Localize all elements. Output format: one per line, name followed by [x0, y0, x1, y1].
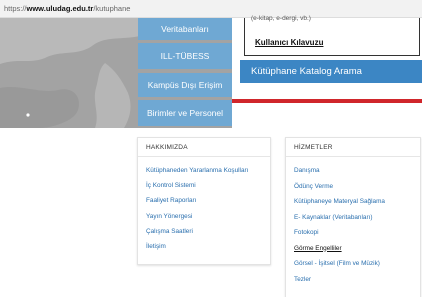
url-host: www.uludag.edu.tr: [26, 4, 94, 13]
services-link[interactable]: Danışma: [294, 163, 420, 179]
services-panel-title: HİZMETLER: [286, 138, 420, 157]
about-panel: HAKKIMIZDA Kütüphaneden Yararlanma Koşul…: [137, 137, 271, 265]
about-panel-title: HAKKIMIZDA: [138, 138, 270, 157]
nav-button-off-campus-access[interactable]: Kampüs Dışı Erişim: [138, 73, 232, 97]
nav-button-databases[interactable]: Veritabanları: [138, 18, 232, 40]
url-path: /kutuphane: [93, 4, 131, 13]
red-accent-line: [232, 99, 422, 103]
about-link[interactable]: İletişim: [146, 239, 270, 254]
dropdown-partial-text: (e-kitap, e-dergi, vb.): [251, 15, 311, 22]
services-panel: HİZMETLER Danışma Ödünç Verme Kütüphaney…: [285, 137, 421, 297]
about-link[interactable]: Kütüphaneden Yararlanma Koşulları: [146, 163, 270, 178]
services-link[interactable]: Kütüphaneye Materyal Sağlama: [294, 194, 420, 210]
url-bar[interactable]: https://www.uludag.edu.tr/kutuphane: [0, 0, 422, 18]
about-link[interactable]: Faaliyet Raporları: [146, 193, 270, 208]
catalog-search-bar[interactable]: Kütüphane Katalog Arama: [240, 60, 422, 83]
services-links: Danışma Ödünç Verme Kütüphaneye Materyal…: [286, 157, 420, 287]
dropdown-menu: (e-kitap, e-dergi, vb.) Kullanıcı Kılavu…: [244, 15, 420, 56]
about-link[interactable]: Çalışma Saatleri: [146, 224, 270, 239]
services-link[interactable]: Ödünç Verme: [294, 179, 420, 195]
services-link[interactable]: E- Kaynaklar (Veritabanları): [294, 210, 420, 226]
nav-button-ill-tubess[interactable]: ILL-TÜBESS: [138, 43, 232, 69]
services-link[interactable]: Fotokopi: [294, 225, 420, 241]
nav-button-units-and-staff[interactable]: Birimler ve Personel: [138, 100, 232, 126]
url-prefix: https://: [4, 4, 27, 13]
user-guide-link[interactable]: Kullanıcı Kılavuzu: [255, 38, 323, 47]
about-link[interactable]: Yayın Yönergesi: [146, 209, 270, 224]
about-links: Kütüphaneden Yararlanma Koşulları İç Kon…: [138, 157, 270, 254]
services-link-hovered[interactable]: Görme Engelliler: [294, 241, 420, 257]
services-link[interactable]: Görsel - İşitsel (Film ve Müzik): [294, 256, 420, 272]
services-link[interactable]: Tezler: [294, 272, 420, 288]
about-link[interactable]: İç Kontrol Sistemi: [146, 178, 270, 193]
